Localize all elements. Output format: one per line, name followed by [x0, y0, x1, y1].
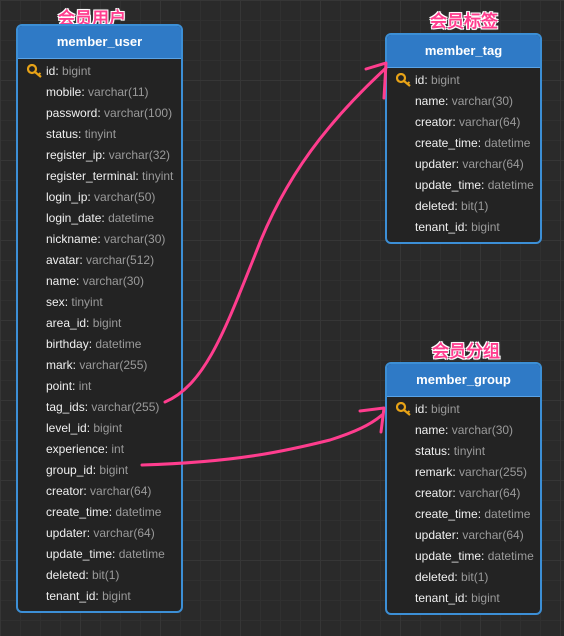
arrowhead-member-tag	[364, 61, 388, 100]
relation-arrows	[140, 61, 388, 467]
relation-arrow-group-id	[140, 413, 384, 467]
relation-arrow-tag-ids	[163, 66, 388, 404]
arrowhead-member-group	[358, 406, 386, 434]
